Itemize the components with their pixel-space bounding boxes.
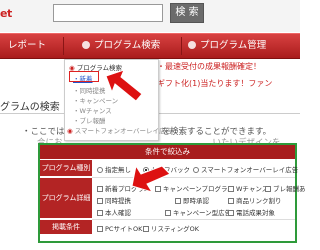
option-label: 本人確認 [105, 209, 131, 217]
publish-pc-site[interactable]: PCサイトOK [97, 223, 142, 233]
top-header: et 検 索 [0, 0, 300, 32]
pointer-arrow-icon [131, 164, 171, 193]
program-detail-label: プログラム詳細 [40, 178, 92, 218]
checkbox-icon [97, 209, 103, 216]
checkbox-icon [228, 197, 234, 204]
detail-simultaneous[interactable]: 同時提携 [97, 195, 131, 205]
option-label: 商品リンク割り [236, 197, 282, 205]
dropdown-item-label: ブレ報酬 [79, 117, 106, 125]
dropdown-item-label: Wチャンス [79, 107, 112, 115]
search-button[interactable]: 検 索 [170, 3, 204, 23]
nav-divider [63, 37, 64, 55]
dropdown-item-wchance[interactable]: ・Wチャンス [73, 105, 112, 115]
checkbox-icon [175, 197, 181, 204]
detail-campaign-ad[interactable]: キャンペーン型広告 [165, 207, 231, 217]
search-input[interactable] [53, 4, 163, 22]
radio-icon [193, 166, 199, 173]
option-label: 即時承認 [183, 197, 209, 205]
checkbox-icon [165, 209, 171, 216]
program-type-label: プログラム種別 [40, 160, 92, 176]
filter-title: 条件で絞込み [40, 145, 295, 159]
gear-icon [188, 41, 196, 49]
publish-condition-label: 掲載条件 [40, 220, 92, 234]
dropdown-item-bonus[interactable]: ・ブレ報酬 [73, 115, 106, 125]
option-label: 電話成果対象 [236, 209, 275, 217]
checkbox-icon [143, 225, 149, 232]
detail-bonus[interactable]: ブレ報酬あ [265, 183, 306, 193]
type-option-none[interactable]: 指定無し [97, 164, 131, 174]
site-logo[interactable]: et [0, 7, 12, 20]
dropdown-item-simultaneous[interactable]: ・同時提携 [73, 85, 106, 95]
checkbox-icon [97, 197, 103, 204]
row-divider [92, 219, 295, 220]
main-nav: レポート プログラム検索 プログラム管理 [0, 33, 300, 59]
dropdown-item-label: スマートフォンオーバーレイ広告 [74, 127, 172, 135]
type-option-smartphone[interactable]: スマートフォンオーバーレイ広告 [193, 164, 298, 174]
option-label: リスティングOK [151, 225, 199, 233]
row-divider [92, 177, 295, 178]
nav-tab-program-search[interactable]: プログラム検索 [82, 34, 160, 58]
checkbox-icon [228, 209, 234, 216]
option-label: キャンペーン型広告 [173, 209, 232, 217]
nav-divider [181, 37, 182, 55]
option-label: Wチャンス [236, 185, 269, 193]
dropdown-item-label: 同時提携 [79, 87, 106, 95]
page-title: グラムの検索 [0, 102, 60, 113]
option-label: 同時提携 [105, 197, 131, 205]
nav-program-manage-label: プログラム管理 [200, 40, 267, 51]
option-label: スマートフォンオーバーレイ広告 [201, 166, 299, 174]
highlight-box [69, 71, 99, 82]
nav-tab-report[interactable]: レポート [8, 34, 46, 58]
publish-listing[interactable]: リスティングOK [143, 223, 199, 233]
nav-program-search-label: プログラム検索 [94, 40, 161, 51]
news-ticker-line: ・最速受付の成果報酬確定！ [157, 62, 261, 71]
radio-icon [97, 166, 103, 173]
detail-product-link[interactable]: 商品リンク割り [228, 195, 282, 205]
detail-instant-approval[interactable]: 即時承認 [175, 195, 209, 205]
checkbox-icon [228, 185, 234, 192]
pointer-arrow-icon [105, 69, 143, 102]
checkbox-icon [97, 225, 103, 232]
option-label: ブレ報酬あ [273, 185, 306, 193]
nav-report-label: レポート [8, 40, 47, 51]
nav-tab-program-manage[interactable]: プログラム管理 [188, 34, 266, 58]
news-ticker-line: ギフト化(1)当たります！ファン [157, 79, 273, 88]
checkbox-icon [265, 185, 271, 192]
dropdown-item-smartphone-overlay[interactable]: ◉ スマートフォンオーバーレイ広告 [67, 125, 172, 135]
detail-phone-result[interactable]: 電話成果対象 [228, 207, 275, 217]
detail-wchance[interactable]: Wチャンス [228, 183, 268, 193]
detail-identity-check[interactable]: 本人確認 [97, 207, 131, 217]
option-label: 指定無し [105, 166, 131, 174]
checkbox-icon [97, 185, 103, 192]
option-label: PCサイトOK [105, 225, 143, 233]
search-icon [82, 41, 90, 49]
